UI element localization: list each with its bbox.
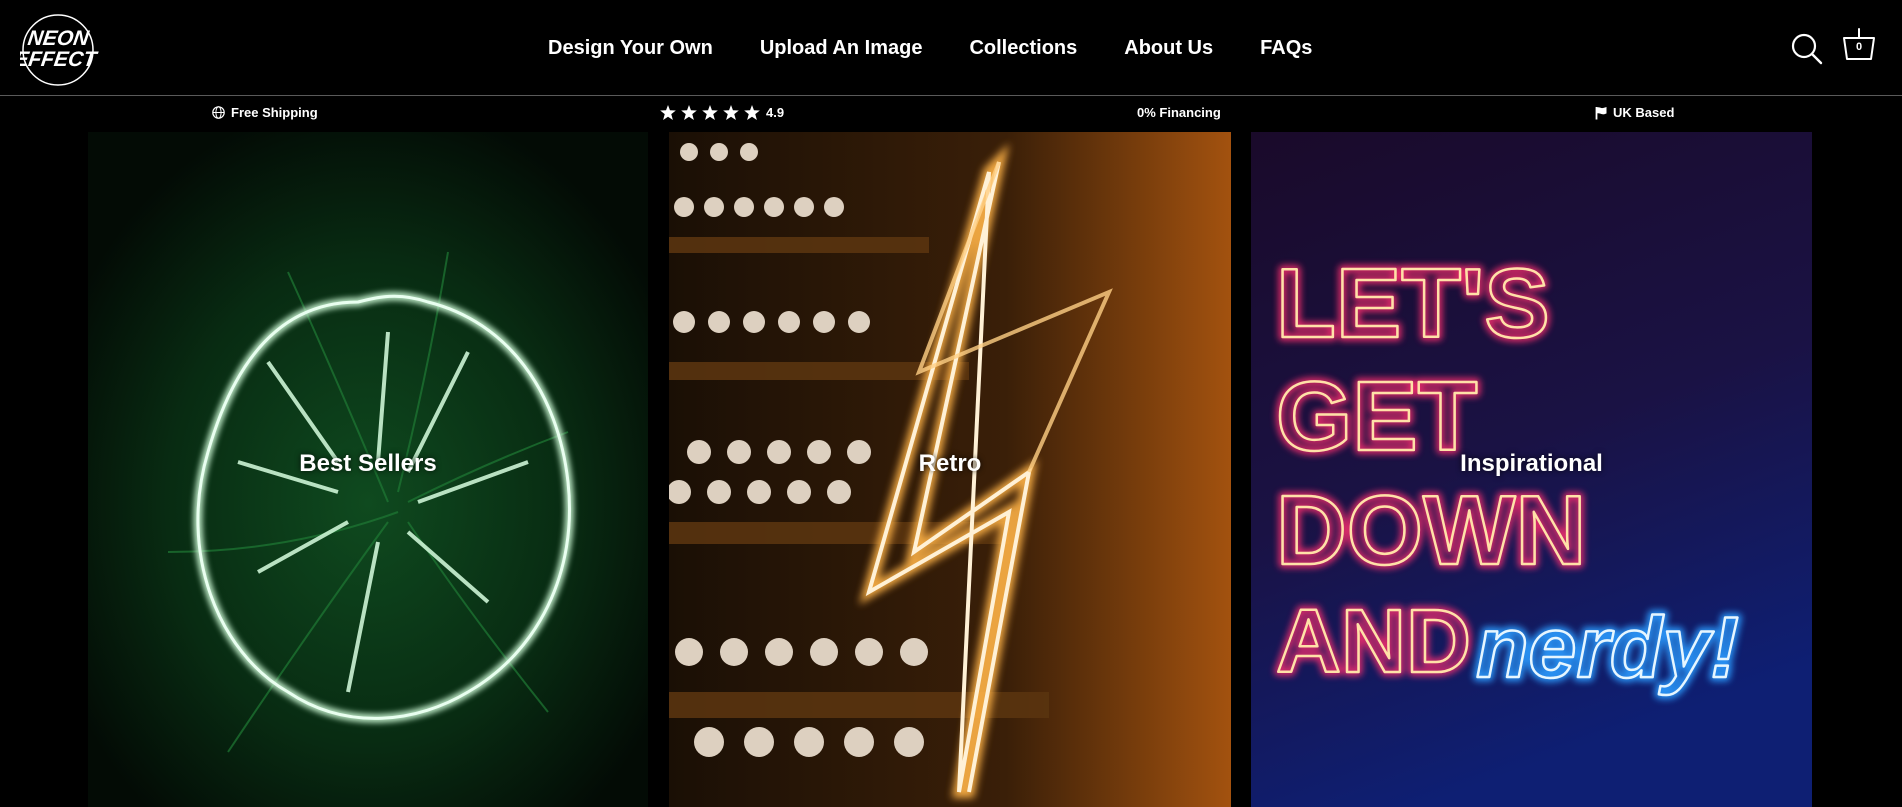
svg-text:nerdy!: nerdy! <box>1476 600 1739 696</box>
nav-upload-an-image[interactable]: Upload An Image <box>760 37 923 60</box>
cart-button[interactable]: 0 <box>1840 26 1878 66</box>
tile-label-inspirational: Inspirational <box>1460 450 1603 477</box>
usp-financing: 0% Financing <box>1137 105 1221 120</box>
brand-logo[interactable]: NEON EFFECT <box>20 12 102 90</box>
svg-text:AND: AND <box>1276 592 1471 692</box>
cart-count: 0 <box>1855 41 1863 53</box>
star-icon <box>723 105 739 120</box>
search-icon[interactable] <box>1790 32 1824 66</box>
collection-tile-best-sellers[interactable]: Best Sellers <box>88 132 648 807</box>
usp-free-shipping: Free Shipping <box>212 105 318 120</box>
svg-text:LET'S: LET'S <box>1276 248 1550 358</box>
globe-icon <box>212 106 225 119</box>
nav-faqs[interactable]: FAQs <box>1260 37 1312 60</box>
star-icon <box>660 105 676 120</box>
usp-location-label: UK Based <box>1613 105 1675 120</box>
site-header: NEON EFFECT Design Your Own Upload An Im… <box>0 0 1902 96</box>
logo-line-1: NEON <box>26 27 91 50</box>
nav-design-your-own[interactable]: Design Your Own <box>548 37 713 60</box>
nav-about-us[interactable]: About Us <box>1124 37 1213 60</box>
star-icon <box>681 105 697 120</box>
tile-label-best-sellers: Best Sellers <box>299 450 437 477</box>
collection-tiles: Best Sellers Retro LET'S GET DOWN AND LE… <box>0 132 1902 807</box>
star-icon <box>702 105 718 120</box>
flag-icon <box>1595 106 1607 119</box>
collection-tile-inspirational[interactable]: LET'S GET DOWN AND LET'S GET DOWN AND ne… <box>1251 132 1812 807</box>
tile-label-retro: Retro <box>918 450 982 477</box>
usp-rating: 4.9 <box>660 105 784 120</box>
usp-bar: Free Shipping 4.9 0% Financing UK Based <box>0 97 1902 130</box>
svg-text:DOWN: DOWN <box>1276 475 1586 585</box>
rating-value: 4.9 <box>766 105 785 120</box>
nav-collections[interactable]: Collections <box>969 37 1077 60</box>
logo-line-2: EFFECT <box>20 48 100 71</box>
rating-stars <box>660 105 760 120</box>
star-icon <box>744 105 760 120</box>
collection-tile-retro[interactable]: Retro <box>669 132 1231 807</box>
usp-uk-based: UK Based <box>1595 105 1674 120</box>
logo-graphic: NEON EFFECT <box>20 14 100 86</box>
usp-shipping-label: Free Shipping <box>231 105 318 120</box>
main-nav: Design Your Own Upload An Image Collecti… <box>548 30 1312 66</box>
usp-financing-label: 0% Financing <box>1137 105 1221 120</box>
